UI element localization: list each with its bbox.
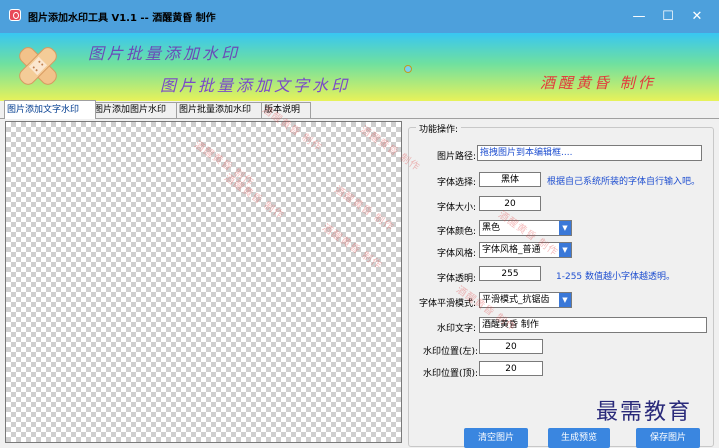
maximize-button[interactable]: ☐ [655, 5, 681, 27]
close-button[interactable]: ✕ [684, 5, 710, 27]
font-color-select[interactable]: 黑色 ▼ [479, 220, 572, 236]
font-size-label: 字体大小: [436, 203, 476, 213]
font-size-input[interactable]: 20 [479, 196, 541, 211]
font-name-label: 字体选择: [436, 178, 476, 188]
smoothing-value: 平滑模式_抗锯齿 [482, 295, 550, 305]
chevron-down-icon[interactable]: ▼ [559, 293, 571, 307]
opacity-label: 字体透明: [436, 274, 476, 284]
app-icon [9, 9, 21, 21]
font-style-select[interactable]: 字体风格_普通 ▼ [479, 242, 572, 258]
tab-text-watermark[interactable]: 图片添加文字水印 [4, 100, 96, 119]
position-left-input[interactable]: 20 [479, 339, 543, 354]
clear-image-button[interactable]: 清空图片 [464, 428, 528, 448]
brand-watermark: 最需教育 [596, 400, 693, 425]
watermark-text-input[interactable]: 酒醒黄昏 制作 [479, 317, 707, 333]
generate-preview-button[interactable]: 生成预览 [548, 428, 610, 448]
smoothing-select[interactable]: 平滑模式_抗锯齿 ▼ [479, 292, 572, 308]
watermark-text-label: 水印文字: [436, 324, 476, 334]
chevron-down-icon[interactable]: ▼ [559, 221, 571, 235]
banner-subheadline: 图片批量添加文字水印 [160, 76, 351, 95]
function-group-legend: 功能操作: [416, 122, 462, 135]
tab-version-notes[interactable]: 版本说明 [261, 102, 311, 118]
image-preview-area[interactable] [5, 121, 402, 443]
font-style-value: 字体风格_普通 [482, 245, 541, 255]
font-name-input[interactable]: 黑体 [479, 172, 541, 187]
banner-credit: 酒醒黄昏 制作 [540, 74, 656, 92]
minimize-button[interactable]: — [626, 5, 652, 27]
save-image-button[interactable]: 保存图片 [636, 428, 700, 448]
font-color-label: 字体颜色: [436, 227, 476, 237]
opacity-input[interactable]: 255 [479, 266, 541, 281]
chevron-down-icon[interactable]: ▼ [559, 243, 571, 257]
font-color-value: 黑色 [482, 223, 501, 233]
image-path-input[interactable]: 拖拽图片到本编辑框.... [477, 145, 702, 161]
crossed-bandage-icon [19, 47, 57, 85]
position-left-label: 水印位置(左): [422, 347, 478, 357]
window-title: 图片添加水印工具 V1.1 -- 酒醒黄昏 制作 [28, 13, 216, 24]
position-top-label: 水印位置(顶): [422, 369, 478, 379]
tab-batch-watermark[interactable]: 图片批量添加水印 [176, 102, 265, 118]
smoothing-label: 字体平滑模式: [418, 299, 476, 309]
position-top-input[interactable]: 20 [479, 361, 543, 376]
font-name-hint: 根据自己系统所装的字体自行输入吧。 [547, 177, 701, 187]
opacity-hint: 1-255 数值越小字体越透明。 [556, 272, 676, 282]
tab-image-watermark[interactable]: 图片添加图片水印 [91, 102, 180, 118]
image-path-label: 图片路径: [436, 152, 476, 162]
banner-dot-icon [404, 65, 412, 73]
banner-headline: 图片批量添加水印 [88, 44, 241, 63]
font-style-label: 字体风格: [436, 249, 476, 259]
